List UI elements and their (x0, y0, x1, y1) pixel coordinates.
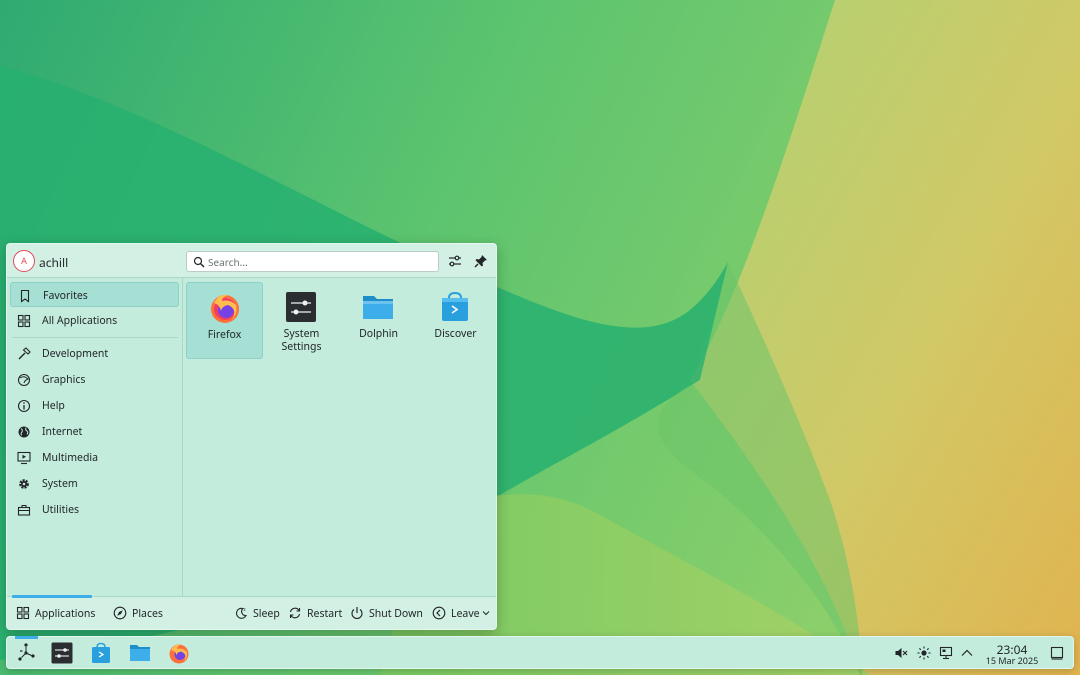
favorites-grid: Firefox System Settings Dolphin Discover (184, 278, 496, 596)
tab-label: Places (132, 607, 163, 621)
compass-icon (113, 606, 127, 620)
button-label: Restart (307, 607, 343, 621)
tab-places[interactable]: Places (113, 606, 165, 622)
hammer-icon (18, 347, 31, 360)
category-label: Internet (42, 425, 83, 439)
category-favorites[interactable]: Favorites (10, 282, 179, 307)
dolphin-task-icon[interactable] (129, 642, 151, 664)
globe-icon (18, 426, 30, 438)
app-tile-discover[interactable]: Discover (417, 282, 494, 359)
power-icon (351, 607, 363, 620)
category-label: All Applications (42, 314, 118, 328)
chevron-down-icon (482, 611, 490, 616)
category-label: Development (42, 347, 109, 361)
category-development[interactable]: Development (10, 341, 179, 366)
user-avatar[interactable]: A (13, 250, 35, 272)
monitor-play-icon (17, 451, 31, 465)
discover-task-icon[interactable] (90, 642, 112, 664)
username-label: achill (39, 254, 69, 271)
configure-sliders-icon[interactable] (447, 253, 463, 269)
app-tile-dolphin[interactable]: Dolphin (340, 282, 417, 359)
tab-label: Applications (35, 607, 96, 621)
app-tile-firefox[interactable]: Firefox (186, 282, 263, 359)
gear-icon (19, 479, 29, 489)
category-label: Favorites (43, 289, 88, 303)
app-label: Discover (434, 327, 477, 341)
restart-button[interactable]: Restart (288, 606, 342, 622)
category-label: Help (42, 399, 65, 413)
category-separator (12, 337, 178, 338)
launcher-active-indicator (15, 636, 38, 639)
volume-muted-icon[interactable] (894, 646, 908, 660)
system-settings-task-icon[interactable] (51, 642, 73, 664)
button-label: Shut Down (369, 607, 423, 621)
taskbar-panel: 23:04 15 Mar 2025 (6, 636, 1074, 669)
dolphin-folder-icon (363, 296, 393, 319)
svg-text:z: z (244, 607, 246, 612)
toolbox-icon (17, 504, 31, 516)
app-label: Dolphin (359, 327, 398, 341)
bookmark-icon (20, 289, 30, 303)
category-graphics[interactable]: Graphics (10, 367, 179, 392)
app-launcher-button[interactable] (15, 642, 37, 664)
category-sidebar: Favorites All Applications Development G… (7, 278, 183, 596)
category-all-applications[interactable]: All Applications (10, 308, 179, 333)
system-settings-icon (286, 292, 316, 322)
application-launcher: A achill Favorites (6, 243, 497, 630)
palette-icon (17, 373, 31, 387)
shutdown-button[interactable]: Shut Down (350, 606, 423, 622)
app-tile-system-settings[interactable]: System Settings (263, 282, 340, 359)
active-tab-indicator (12, 595, 92, 598)
search-box[interactable] (186, 251, 439, 272)
category-label: Utilities (42, 503, 80, 517)
chevron-up-icon[interactable] (960, 646, 974, 660)
grid-icon (17, 314, 31, 328)
restart-icon (289, 607, 301, 619)
category-help[interactable]: Help (10, 393, 179, 418)
launcher-header: A achill (7, 244, 496, 278)
leave-button[interactable]: Leave (432, 606, 492, 622)
network-wired-icon[interactable] (939, 646, 953, 660)
category-utilities[interactable]: Utilities (10, 497, 179, 522)
app-label: Firefox (207, 328, 242, 342)
leave-arrow-icon (432, 606, 446, 620)
category-label: System (42, 477, 78, 491)
grid-icon (16, 606, 30, 620)
button-label: Leave (451, 607, 480, 621)
discover-store-icon (442, 291, 468, 321)
sleep-button[interactable]: z Sleep (234, 606, 280, 622)
show-desktop-icon[interactable] (1050, 646, 1064, 660)
firefox-task-icon[interactable] (168, 642, 190, 664)
category-label: Multimedia (42, 451, 99, 465)
brightness-icon[interactable] (917, 646, 931, 660)
search-input[interactable] (208, 254, 433, 270)
launcher-footer: Applications Places z Sleep Restart Shut… (7, 595, 496, 629)
pin-icon[interactable] (473, 253, 489, 269)
tab-applications[interactable]: Applications (16, 606, 98, 622)
clock-date[interactable]: 15 Mar 2025 (977, 654, 1047, 667)
category-multimedia[interactable]: Multimedia (10, 445, 179, 470)
sleep-moon-icon: z (236, 607, 247, 619)
category-internet[interactable]: Internet (10, 419, 179, 444)
category-label: Graphics (42, 373, 86, 387)
button-label: Sleep (253, 607, 280, 621)
search-icon (193, 256, 205, 268)
info-icon (17, 399, 31, 413)
firefox-icon (211, 294, 239, 323)
app-label: System Settings (281, 327, 322, 354)
category-system[interactable]: System (10, 471, 179, 496)
